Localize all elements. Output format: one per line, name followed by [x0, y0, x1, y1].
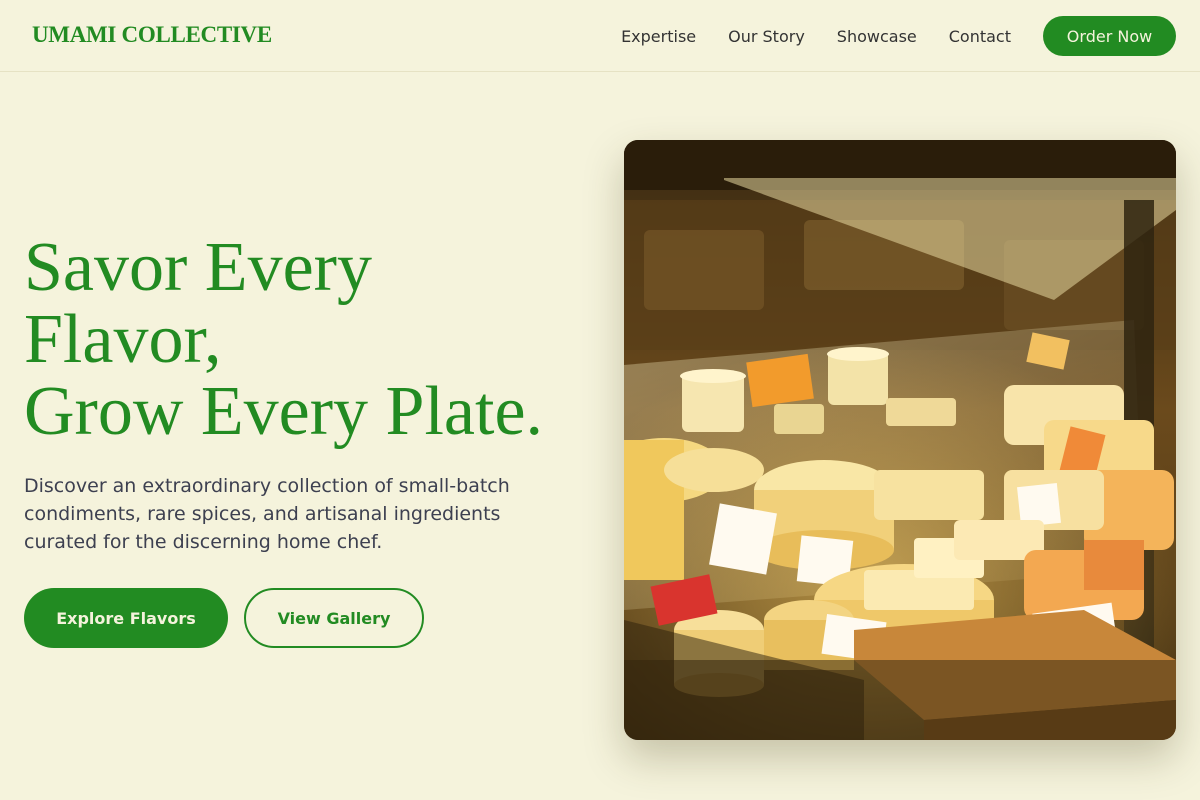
view-gallery-button[interactable]: View Gallery	[244, 588, 424, 648]
main-nav: Expertise Our Story Showcase Contact Ord…	[621, 16, 1176, 56]
order-now-button[interactable]: Order Now	[1043, 16, 1176, 56]
hero-title-line-2: Flavor,	[24, 301, 222, 378]
hero-title-line-3: Grow Every Plate.	[24, 373, 544, 450]
explore-flavors-button[interactable]: Explore Flavors	[24, 588, 228, 648]
cheese-display-illustration	[624, 140, 1176, 740]
hero-image	[624, 140, 1176, 740]
hero-description: Discover an extraordinary collection of …	[24, 475, 510, 553]
brand-logo[interactable]: UMAMI COLLECTIVE	[32, 22, 272, 48]
nav-link-contact[interactable]: Contact	[949, 27, 1011, 46]
nav-link-our-story[interactable]: Our Story	[728, 27, 805, 46]
hero-title: Savor Every Flavor, Grow Every Plate.	[24, 232, 604, 448]
hero-title-line-1: Savor Every	[24, 229, 372, 306]
nav-link-expertise[interactable]: Expertise	[621, 27, 696, 46]
site-header: UMAMI COLLECTIVE Expertise Our Story Sho…	[0, 0, 1200, 72]
nav-link-showcase[interactable]: Showcase	[837, 27, 917, 46]
